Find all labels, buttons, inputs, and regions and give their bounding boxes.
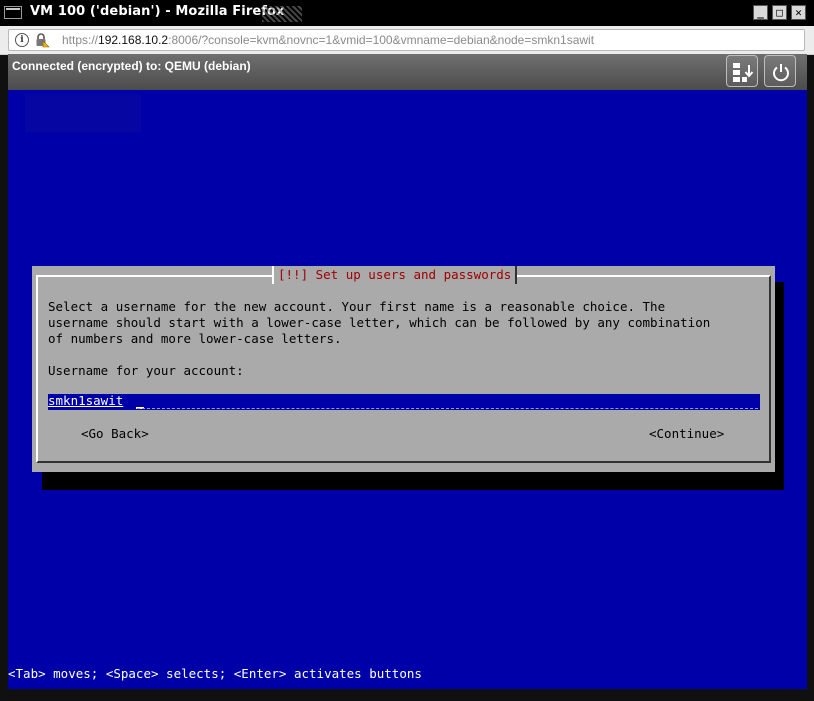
vm-console-screen[interactable]: [!!] Set up users and passwords Select a… — [8, 90, 807, 689]
dialog-title: [!!] Set up users and passwords — [272, 266, 518, 284]
power-icon — [773, 64, 789, 82]
maximize-button[interactable]: □ — [772, 5, 787, 20]
continue-button[interactable]: <Continue> — [649, 426, 724, 442]
window-bottom-edge — [0, 689, 814, 701]
connection-status: Connected (encrypted) to: QEMU (debian) — [12, 59, 251, 73]
firefox-window: VM 100 ('debian') - Mozilla Firefox _ □ … — [0, 0, 814, 701]
url-path: :8006/?console=kvm&novnc=1&vmid=100&vmna… — [168, 33, 595, 47]
console-artifact — [25, 94, 141, 132]
go-back-button[interactable]: <Go Back> — [81, 426, 149, 442]
novnc-status-bar: Connected (encrypted) to: QEMU (debian) — [8, 54, 807, 91]
site-info-icon[interactable]: i — [15, 33, 29, 47]
power-button[interactable] — [764, 55, 796, 87]
input-underline — [137, 408, 758, 409]
insecure-lock-icon[interactable] — [34, 32, 50, 48]
send-keys-button[interactable] — [726, 55, 758, 87]
keyboard-help-line: <Tab> moves; <Space> selects; <Enter> ac… — [8, 666, 422, 681]
close-button[interactable]: ✕ — [791, 5, 806, 20]
url-text[interactable]: https://192.168.10.2:8006/?console=kvm&n… — [62, 33, 594, 47]
window-titlebar[interactable]: VM 100 ('debian') - Mozilla Firefox _ □ … — [0, 0, 814, 26]
installer-dialog: [!!] Set up users and passwords Select a… — [32, 266, 775, 472]
send-keys-icon — [733, 63, 754, 82]
window-app-icon — [4, 6, 22, 19]
username-input[interactable]: smkn1sawit — [48, 393, 760, 410]
url-bar[interactable]: i https://192.168.10.2:8006/?console=kvm… — [8, 29, 805, 51]
dialog-description: Select a username for the new account. Y… — [48, 299, 711, 346]
titlebar-pattern — [262, 6, 302, 22]
window-title: VM 100 ('debian') - Mozilla Firefox — [30, 4, 285, 19]
url-host: 192.168.10.2 — [98, 33, 169, 47]
minimize-button[interactable]: _ — [753, 5, 768, 20]
url-scheme: https:// — [62, 33, 99, 47]
navigation-bar: i https://192.168.10.2:8006/?console=kvm… — [0, 26, 814, 55]
username-value: smkn1sawit — [48, 393, 124, 408]
username-label: Username for your account: — [48, 363, 244, 378]
